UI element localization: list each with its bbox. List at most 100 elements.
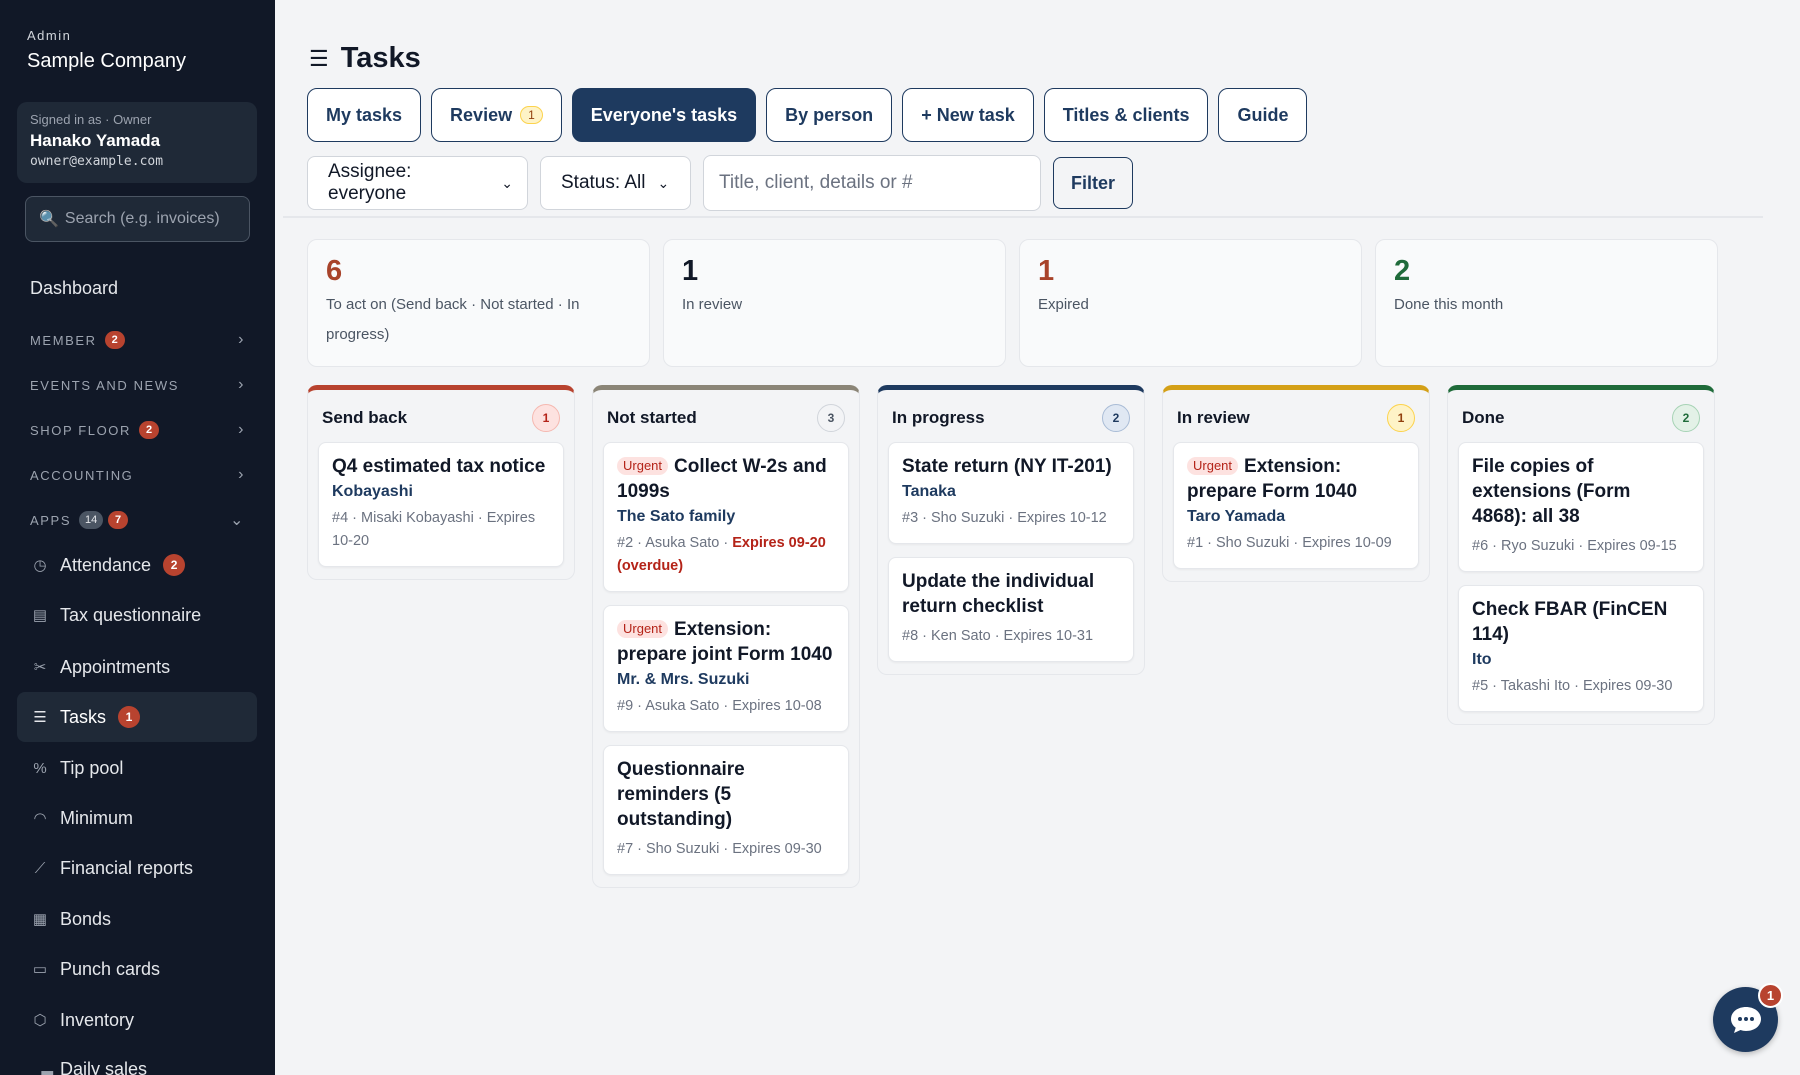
urgent-badge: Urgent <box>617 457 669 475</box>
task-title: File copies of extensions (Form 4868): a… <box>1472 456 1631 527</box>
tab-guide[interactable]: Guide <box>1218 88 1308 142</box>
tab-label: Guide <box>1237 104 1289 125</box>
stat-label: Done this month <box>1394 296 1504 313</box>
sidebar-item-tasks[interactable]: ☰ Tasks 1 <box>17 692 257 742</box>
brand-label: Admin <box>27 28 72 43</box>
task-card[interactable]: Urgent Collect W-2s and 1099s The Sato fa… <box>603 442 849 592</box>
kanban-board: Send back 1 Q4 estimated tax notice Koba… <box>307 385 1715 888</box>
stat-value: 1 <box>1038 255 1055 287</box>
user-name: Hanako Yamada <box>30 131 161 150</box>
task-meta: #8 · Ken Sato · Expires 10-31 <box>902 628 1094 644</box>
task-card[interactable]: Urgent Extension: prepare Form 1040 Taro … <box>1173 442 1419 569</box>
sidebar-item-inventory[interactable]: ⬡ Inventory <box>17 996 257 1044</box>
sidebar-item-label: Inventory <box>60 1009 135 1030</box>
column-title: Done <box>1462 408 1505 427</box>
sidebar-item-attendance[interactable]: ◷ Attendance 2 <box>17 541 257 589</box>
user-role: Signed in as · Owner <box>30 112 152 127</box>
task-client[interactable]: The Sato family <box>617 508 835 526</box>
tab-label: Titles & clients <box>1062 104 1190 125</box>
task-card[interactable]: Check FBAR (FinCEN 114) Ito #5 · Takashi… <box>1458 585 1704 712</box>
section-label: SHOP FLOOR <box>30 422 132 438</box>
task-title: Urgent Extension: prepare joint Form 1040 <box>617 617 835 667</box>
sidebar-section-member[interactable]: MEMBER 2 › <box>30 328 245 352</box>
scissors-icon: ✂ <box>33 659 47 676</box>
chart-icon: ⟋ <box>34 859 46 877</box>
sidebar-section-apps[interactable]: APPS 14 7 ⌄ <box>30 508 245 532</box>
tab-label: By person <box>785 104 874 125</box>
task-search-placeholder: Title, client, details or # <box>719 172 913 193</box>
task-meta: #4 · Misaki Kobayashi · Expires 10-20 <box>332 510 536 549</box>
task-card[interactable]: Questionnaire reminders (5 outstanding) … <box>603 745 849 875</box>
sidebar-item-tip-pool[interactable]: % Tip pool <box>17 744 257 792</box>
stat-card-expired: 1 Expired <box>1019 239 1362 367</box>
column-in-review: In review 1 Urgent Extension: prepare For… <box>1162 385 1430 582</box>
chat-bubble-icon <box>1730 1006 1761 1033</box>
main-content: ☰ Tasks My tasks Review 1 Everyone's task… <box>275 0 1800 1075</box>
sidebar-item-minimum[interactable]: ◠ Minimum <box>17 794 257 842</box>
company-name[interactable]: Sample Company <box>27 50 186 73</box>
tab-my-tasks[interactable]: My tasks <box>307 88 422 142</box>
tab-everyones-tasks[interactable]: Everyone's tasks <box>571 88 757 142</box>
section-count: 14 <box>79 511 104 529</box>
task-search-input[interactable]: Title, client, details or # <box>703 155 1041 211</box>
tab-label: My tasks <box>326 104 403 125</box>
task-card[interactable]: Urgent Extension: prepare joint Form 1040… <box>603 605 849 732</box>
section-label: APPS <box>30 512 72 528</box>
card-icon: ▭ <box>32 961 48 978</box>
column-count: 1 <box>1387 404 1415 432</box>
sidebar-section-shop-floor[interactable]: SHOP FLOOR 2 › <box>30 418 245 442</box>
tab-by-person[interactable]: By person <box>766 88 893 142</box>
assignee-select[interactable]: Assignee: everyone ⌄ <box>307 156 528 210</box>
new-task-button[interactable]: + New task <box>902 88 1034 142</box>
sidebar-item-daily-sales[interactable]: ▁▃ Daily sales <box>17 1045 257 1075</box>
task-tabs: My tasks Review 1 Everyone's tasks By per… <box>307 88 1308 142</box>
section-label: MEMBER <box>30 332 97 348</box>
stat-card-done-this-month: 2 Done this month <box>1375 239 1718 367</box>
sidebar-item-label: Daily sales <box>60 1058 148 1075</box>
column-title: Send back <box>322 408 408 427</box>
assignee-select-value: Assignee: everyone <box>328 161 412 204</box>
user-card[interactable]: Signed in as · Owner Hanako Yamada owner… <box>17 102 257 183</box>
task-meta: #6 · Ryo Suzuki · Expires 09-15 <box>1472 538 1677 554</box>
chevron-down-icon: ⌄ <box>501 174 513 191</box>
tab-titles-and-clients[interactable]: Titles & clients <box>1043 88 1209 142</box>
sidebar-item-financial-reports[interactable]: ⟋ Financial reports <box>17 844 257 892</box>
sidebar-item-bonds[interactable]: ▦ Bonds <box>17 895 257 943</box>
task-card[interactable]: Q4 estimated tax notice Kobayashi #4 · M… <box>318 442 564 567</box>
task-client[interactable]: Taro Yamada <box>1187 508 1405 526</box>
task-card[interactable]: State return (NY IT-201) Tanaka #3 · Sho… <box>888 442 1134 544</box>
tab-review[interactable]: Review 1 <box>431 88 562 142</box>
sidebar-item-label: Appointments <box>60 656 171 677</box>
sidebar-section-accounting[interactable]: ACCOUNTING › <box>30 463 245 487</box>
stat-value: 1 <box>682 255 699 287</box>
sidebar-item-punch-cards[interactable]: ▭ Punch cards <box>17 945 257 993</box>
tab-label: Everyone's tasks <box>590 104 738 125</box>
stat-value: 2 <box>1394 255 1411 287</box>
clock-icon: ◷ <box>33 557 47 574</box>
task-meta: #9 · Asuka Sato · Expires 10-08 <box>617 698 822 714</box>
sidebar-item-dashboard[interactable]: Dashboard <box>30 278 118 299</box>
column-header: Not started 3 <box>603 402 849 442</box>
task-client[interactable]: Tanaka <box>902 483 1120 501</box>
section-badge: 2 <box>104 331 125 349</box>
gauge-icon: ◠ <box>33 810 47 827</box>
filter-button[interactable]: Filter <box>1053 157 1134 209</box>
chevron-down-icon: ⌄ <box>657 174 670 191</box>
sidebar-item-label: Minimum <box>60 807 134 828</box>
task-client[interactable]: Ito <box>1472 651 1690 669</box>
sidebar-item-appointments[interactable]: ✂ Appointments <box>17 643 257 691</box>
search-icon: 🔍 <box>39 211 59 228</box>
task-client[interactable]: Kobayashi <box>332 483 550 501</box>
status-select-value: Status: All <box>561 172 646 193</box>
task-card[interactable]: Update the individual return checklist #… <box>888 557 1134 662</box>
sidebar-item-tax-questionnaire[interactable]: ▤ Tax questionnaire <box>17 591 257 639</box>
status-select[interactable]: Status: All ⌄ <box>540 156 691 210</box>
sidebar-section-events-and-news[interactable]: EVENTS AND NEWS › <box>30 373 245 397</box>
task-card[interactable]: File copies of extensions (Form 4868): a… <box>1458 442 1704 572</box>
sidebar-item-label: Tip pool <box>60 757 124 778</box>
section-label: ACCOUNTING <box>30 467 134 483</box>
page-title: Tasks <box>340 42 421 74</box>
sidebar-search-input[interactable]: 🔍 Search (e.g. invoices) <box>25 196 250 242</box>
column-header: In progress 2 <box>888 402 1134 442</box>
task-client[interactable]: Mr. & Mrs. Suzuki <box>617 671 835 689</box>
